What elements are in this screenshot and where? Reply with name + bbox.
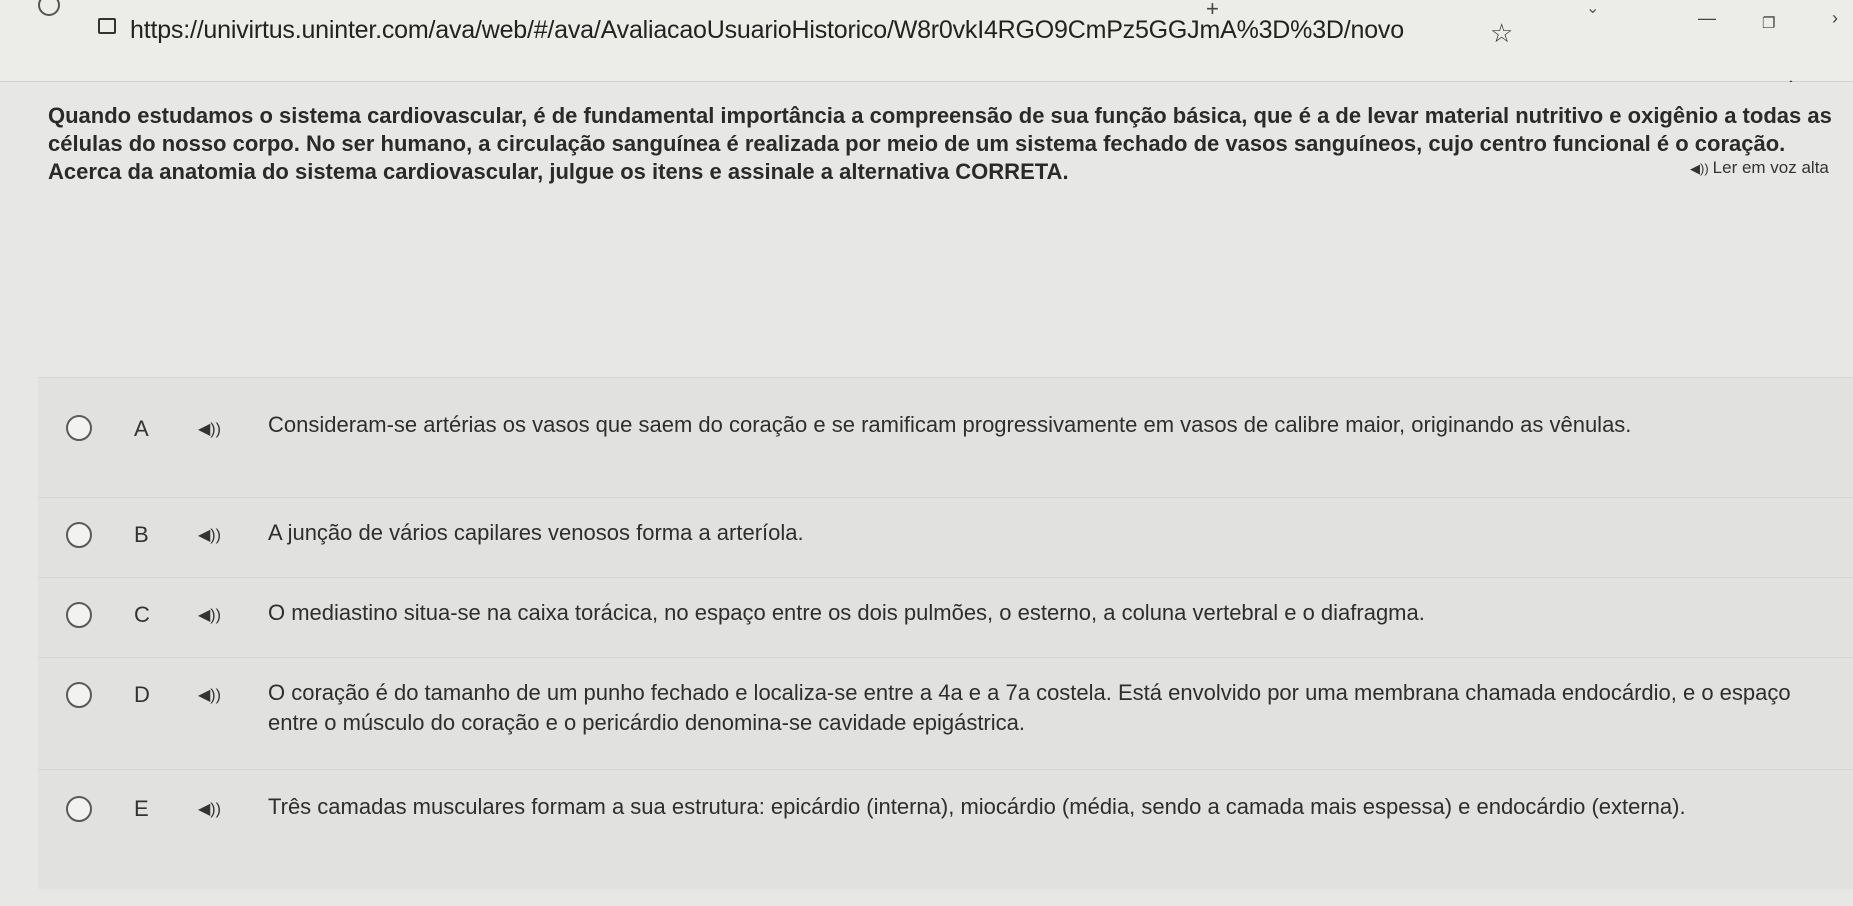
tab-close-icon[interactable] [38,0,60,16]
browser-toolbar: + ⌄ — ❐ › https://univirtus.uninter.com/… [0,0,1853,82]
radio-button[interactable] [66,682,92,708]
question-text: Quando estudamos o sistema cardiovascula… [48,103,1832,184]
option-letter: B [134,522,149,547]
option-b[interactable]: B ◀)) A junção de vários capilares venos… [38,497,1853,577]
question-page: ◀)) Ler em voz alta Quando estudamos o si… [0,82,1853,906]
option-text: Consideram-se artérias os vasos que saem… [268,412,1632,437]
address-bar[interactable]: https://univirtus.uninter.com/ava/web/#/… [0,16,1853,64]
radio-button[interactable] [66,522,92,548]
speaker-icon[interactable]: ◀)) [198,685,221,705]
speaker-icon[interactable]: ◀)) [198,799,221,819]
url-fade [1405,16,1465,52]
speaker-icon[interactable]: ◀)) [198,525,221,545]
option-text: A junção de vários capilares venosos for… [268,520,804,545]
option-c[interactable]: C ◀)) O mediastino situa-se na caixa tor… [38,577,1853,657]
lock-icon[interactable] [98,18,116,34]
option-letter: E [134,796,149,821]
option-letter: D [134,682,150,707]
speaker-icon[interactable]: ◀)) [198,419,221,439]
star-icon[interactable]: ☆ [1490,18,1513,49]
option-letter: A [134,416,149,441]
option-text: O coração é do tamanho de um punho fecha… [268,680,1791,735]
option-e[interactable]: E ◀)) Três camadas musculares formam a s… [38,769,1853,889]
option-letter: C [134,602,150,627]
chevron-down-icon[interactable]: ⌄ [1586,0,1602,17]
option-d[interactable]: D ◀)) O coração é do tamanho de um punho… [38,657,1853,769]
radio-button[interactable] [66,602,92,628]
options-list: A ◀)) Consideram-se artérias os vasos qu… [38,377,1853,889]
option-text: Três camadas musculares formam a sua est… [268,794,1686,819]
url-text[interactable]: https://univirtus.uninter.com/ava/web/#/… [130,16,1404,45]
speaker-icon[interactable]: ◀)) [198,605,221,625]
option-a[interactable]: A ◀)) Consideram-se artérias os vasos qu… [38,377,1853,497]
radio-button[interactable] [66,415,92,441]
option-text: O mediastino situa-se na caixa torácica,… [268,600,1425,625]
radio-button[interactable] [66,796,92,822]
